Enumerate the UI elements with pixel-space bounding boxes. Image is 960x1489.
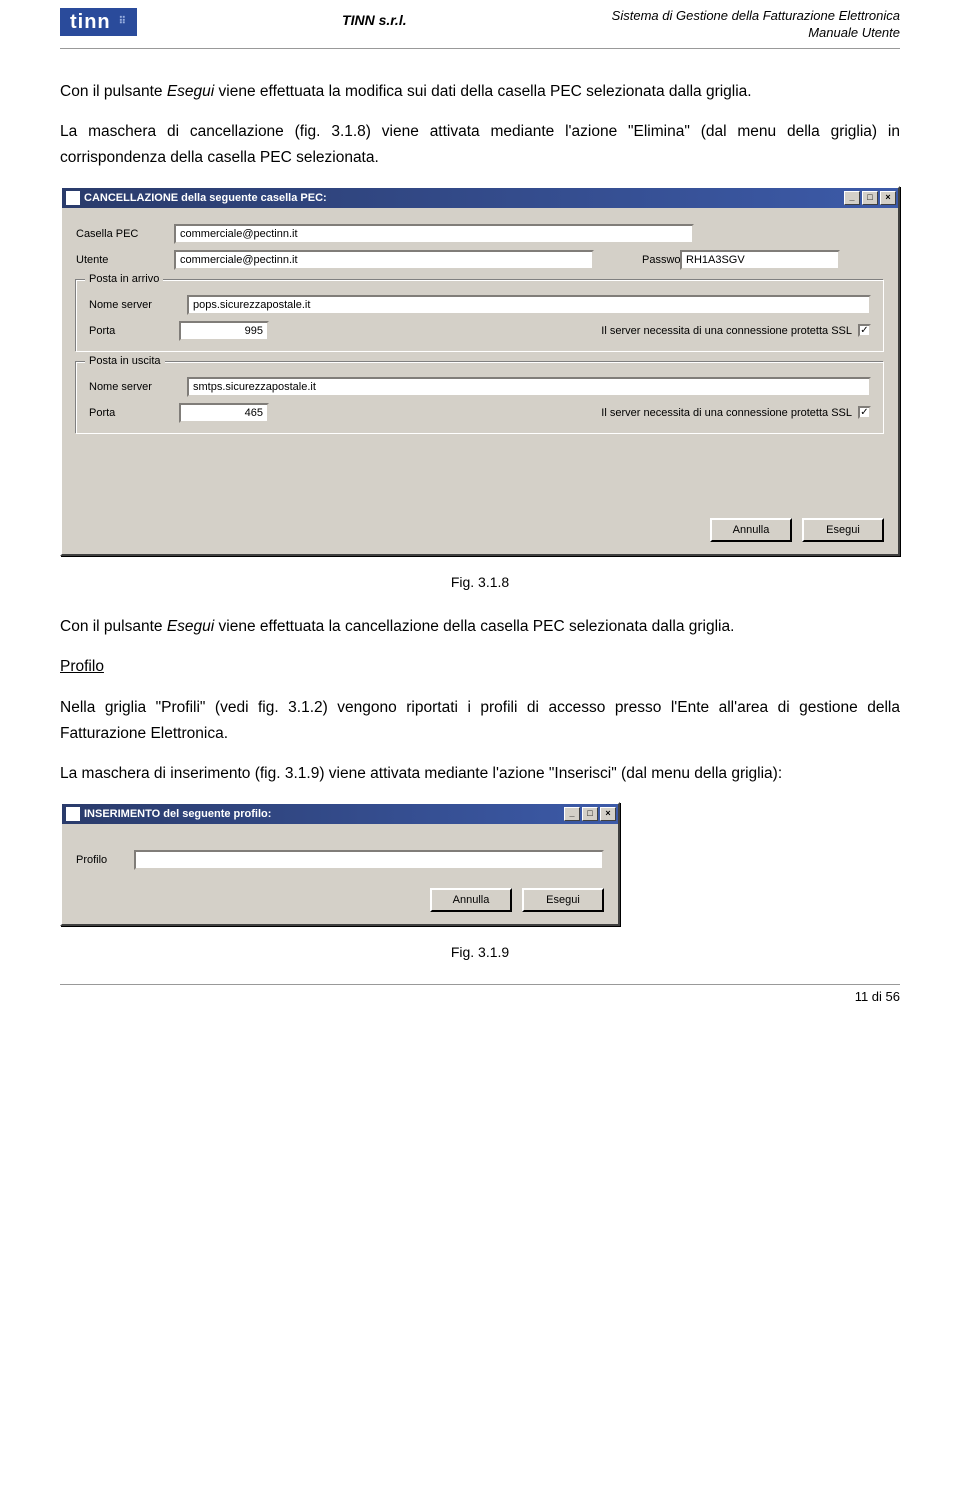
checkbox-ssl-out[interactable]: ✓ — [858, 406, 871, 419]
label-porta-out: Porta — [89, 407, 179, 419]
input-utente[interactable]: commerciale@pectinn.it — [174, 250, 594, 270]
titlebar-2[interactable]: INSERIMENTO del seguente profilo: _ □ × — [62, 804, 618, 824]
annulla-button[interactable]: Annulla — [710, 518, 792, 542]
titlebar[interactable]: CANCELLAZIONE della seguente casella PEC… — [62, 188, 898, 208]
input-server-in[interactable]: pops.sicurezzapostale.it — [187, 295, 871, 315]
paragraph-5: La maschera di inserimento (fig. 3.1.9) … — [60, 761, 900, 787]
label-nome-server-in: Nome server — [89, 299, 179, 311]
input-porta-out[interactable]: 465 — [179, 403, 269, 423]
maximize-button-2[interactable]: □ — [582, 807, 598, 821]
label-ssl-in: Il server necessita di una connessione p… — [269, 325, 858, 337]
input-server-out[interactable]: smtps.sicurezzapostale.it — [187, 377, 871, 397]
label-nome-server-out: Nome server — [89, 381, 179, 393]
close-button[interactable]: × — [880, 191, 896, 205]
label-utente: Utente — [76, 254, 166, 266]
fieldset-posta-arrivo: Posta in arrivo Nome server pops.sicurez… — [76, 280, 884, 352]
close-button-2[interactable]: × — [600, 807, 616, 821]
input-porta-in[interactable]: 995 — [179, 321, 269, 341]
company-name: TINN s.r.l. — [137, 8, 612, 28]
doc-title: Sistema di Gestione della Fatturazione E… — [612, 8, 900, 25]
doc-subtitle: Manuale Utente — [612, 25, 900, 42]
window-title: CANCELLAZIONE della seguente casella PEC… — [84, 192, 844, 204]
label-profilo: Profilo — [76, 854, 126, 866]
paragraph-2: La maschera di cancellazione (fig. 3.1.8… — [60, 119, 900, 172]
window-icon — [66, 191, 80, 205]
doc-title-block: Sistema di Gestione della Fatturazione E… — [612, 8, 900, 42]
heading-profilo: Profilo — [60, 654, 900, 680]
esegui-em-2: Esegui — [167, 618, 214, 635]
page-footer: 11 di 56 — [60, 984, 900, 1004]
fieldset-title-uscita: Posta in uscita — [85, 355, 165, 367]
dialog-cancellazione: CANCELLAZIONE della seguente casella PEC… — [60, 186, 900, 556]
paragraph-4: Nella griglia "Profili" (vedi fig. 3.1.2… — [60, 695, 900, 748]
paragraph-3: Con il pulsante Esegui viene effettuata … — [60, 614, 900, 640]
input-casella-pec[interactable]: commerciale@pectinn.it — [174, 224, 694, 244]
window-icon-2 — [66, 807, 80, 821]
label-ssl-out: Il server necessita di una connessione p… — [269, 407, 858, 419]
maximize-button[interactable]: □ — [862, 191, 878, 205]
fieldset-posta-uscita: Posta in uscita Nome server smtps.sicure… — [76, 362, 884, 434]
checkbox-ssl-in[interactable]: ✓ — [858, 324, 871, 337]
page-number: 11 di 56 — [855, 989, 900, 1004]
logo-dots-icon: ⠿ — [119, 19, 127, 25]
dialog-inserimento: INSERIMENTO del seguente profilo: _ □ × … — [60, 802, 620, 926]
logo: tinn ⠿ — [60, 8, 137, 36]
esegui-em: Esegui — [167, 83, 214, 100]
label-porta-in: Porta — [89, 325, 179, 337]
annulla-button-2[interactable]: Annulla — [430, 888, 512, 912]
input-password[interactable]: RH1A3SGV — [680, 250, 840, 270]
window-title-2: INSERIMENTO del seguente profilo: — [84, 808, 564, 820]
figure-caption-2: Fig. 3.1.9 — [60, 944, 900, 960]
label-password: Password — [602, 254, 672, 266]
logo-text: tinn — [70, 11, 111, 34]
minimize-button[interactable]: _ — [844, 191, 860, 205]
figure-caption-1: Fig. 3.1.8 — [60, 574, 900, 590]
label-casella-pec: Casella PEC — [76, 228, 166, 240]
minimize-button-2[interactable]: _ — [564, 807, 580, 821]
esegui-button-2[interactable]: Esegui — [522, 888, 604, 912]
paragraph-1: Con il pulsante Esegui viene effettuata … — [60, 79, 900, 105]
fieldset-title-arrivo: Posta in arrivo — [85, 273, 163, 285]
input-profilo[interactable] — [134, 850, 604, 870]
esegui-button[interactable]: Esegui — [802, 518, 884, 542]
page-header: tinn ⠿ TINN s.r.l. Sistema di Gestione d… — [60, 0, 900, 49]
